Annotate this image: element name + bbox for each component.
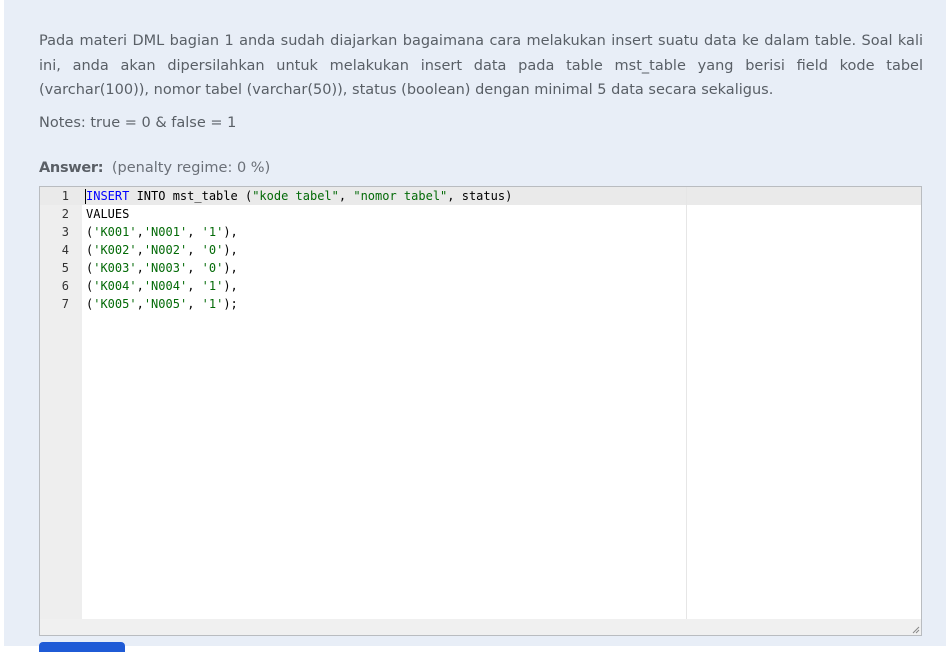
code-token: , [136, 279, 144, 293]
line-number: 3 [61, 225, 69, 239]
resize-grip-icon[interactable] [912, 626, 920, 634]
code-token: , [136, 261, 144, 275]
question-text: Pada materi DML bagian 1 anda sudah diaj… [39, 33, 923, 98]
string-token: 'N002' [143, 243, 188, 257]
penalty-regime: (penalty regime: 0 %) [111, 160, 271, 176]
line-code[interactable]: VALUES [86, 205, 129, 223]
code-token: , [187, 297, 202, 311]
code-token: , [187, 261, 202, 275]
question-notes: Notes: true = 0 & false = 1 [39, 115, 237, 131]
string-token: 'K002' [93, 243, 137, 257]
line-code[interactable]: ('K003','N003', '0'), [86, 259, 238, 277]
line-code[interactable]: ('K005','N005', '1'); [86, 295, 238, 313]
code-token: , [187, 243, 202, 257]
string-token: '1' [201, 297, 224, 311]
code-token: , [136, 225, 144, 239]
string-token: "nomor tabel" [353, 189, 448, 203]
code-token: ), [223, 279, 238, 293]
text-cursor [85, 189, 86, 204]
string-token: 'N004' [143, 279, 188, 293]
line-number: 2 [61, 207, 69, 221]
string-token: 'N001' [143, 225, 188, 239]
line-code[interactable]: ('K002','N002', '0'), [86, 241, 238, 259]
code-token: ), [223, 243, 238, 257]
code-token: VALUES [86, 207, 130, 221]
code-token: INTO mst_table ( [129, 189, 253, 203]
string-token: 'K003' [93, 261, 137, 275]
code-token: ); [223, 297, 238, 311]
line-number: 1 [61, 189, 69, 203]
code-token: , status) [447, 189, 513, 203]
code-token: ), [223, 261, 238, 275]
code-token: , [338, 189, 354, 203]
line-code[interactable]: ('K001','N001', '1'), [86, 223, 238, 241]
answer-header: Answer: (penalty regime: 0 %) [39, 156, 270, 180]
line-number: 4 [61, 243, 69, 257]
string-token: 'N005' [143, 297, 188, 311]
string-token: '0' [201, 261, 224, 275]
question-panel: Pada materi DML bagian 1 anda sudah diaj… [4, 0, 946, 652]
string-token: "kode tabel" [252, 189, 339, 203]
string-token: '0' [201, 243, 224, 257]
horizontal-scrollbar[interactable] [40, 619, 921, 635]
code-token: , [187, 225, 202, 239]
string-token: 'N003' [143, 261, 188, 275]
line-number: 7 [61, 297, 69, 311]
check-button[interactable] [39, 642, 125, 652]
print-margin [686, 187, 687, 619]
answer-label: Answer: [39, 160, 104, 176]
code-token: , [187, 279, 202, 293]
string-token: 'K004' [93, 279, 137, 293]
code-editor[interactable]: 1 INSERT INTO mst_table ("kode tabel", "n… [39, 186, 922, 636]
line-code[interactable]: INSERT INTO mst_table ("kode tabel", "no… [86, 187, 512, 205]
string-token: 'K005' [93, 297, 137, 311]
code-token: ), [223, 225, 238, 239]
string-token: 'K001' [93, 225, 137, 239]
code-token: , [136, 297, 144, 311]
line-code[interactable]: ('K004','N004', '1'), [86, 277, 238, 295]
code-token: , [136, 243, 144, 257]
string-token: '1' [201, 225, 224, 239]
string-token: '1' [201, 279, 224, 293]
line-number: 6 [61, 279, 69, 293]
keyword-token: INSERT [86, 189, 130, 203]
line-number: 5 [61, 261, 69, 275]
